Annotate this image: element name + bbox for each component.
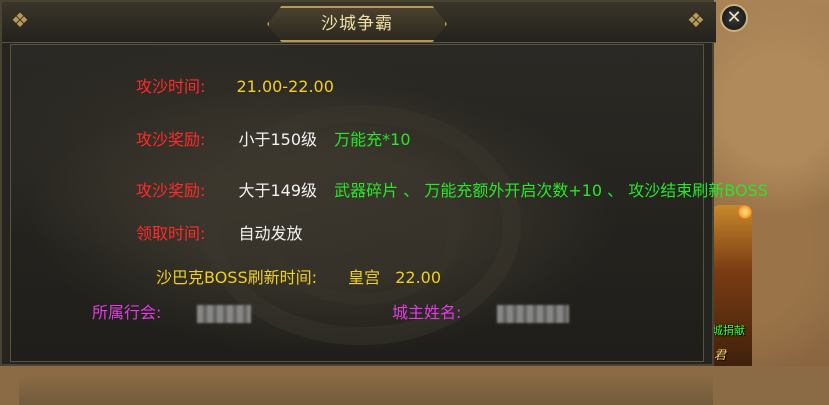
owner-label: 城主姓名: xyxy=(392,303,462,322)
boss-refresh-row: 沙巴克BOSS刷新时间: 皇宫 22.00 xyxy=(156,264,441,288)
boss-refresh-place: 皇宫 xyxy=(348,268,381,287)
reward-condition: 大于149级 xyxy=(238,181,318,200)
attack-time-value: 21.00-22.00 xyxy=(236,77,334,96)
reward-row-low-level: 攻沙奖励: 小于150级 万能充*10 xyxy=(136,126,411,150)
guild-label: 所属行会: xyxy=(92,303,162,322)
guild-row: 所属行会: xyxy=(92,299,251,323)
dialog-title: 沙城争霸 xyxy=(321,14,393,34)
corner-ornament-icon: ❖ xyxy=(687,8,705,32)
reward-label: 攻沙奖励: xyxy=(136,181,206,200)
guild-name-redacted xyxy=(196,304,251,323)
bottom-frame xyxy=(19,375,713,405)
character-sprite xyxy=(712,205,752,366)
reward-value: 武器碎片 、 万能充额外开启次数+10 、 攻沙结束刷新BOSS xyxy=(334,181,768,200)
corner-ornament-icon: ❖ xyxy=(11,8,29,32)
reward-value: 万能充*10 xyxy=(334,130,411,149)
close-button[interactable]: ✕ xyxy=(720,4,748,32)
boss-refresh-label: 沙巴克BOSS刷新时间: xyxy=(156,268,317,287)
claim-time-value: 自动发放 xyxy=(238,224,303,243)
sabak-dialog: ❖ ❖ 沙城争霸 攻沙时间: 21.00-22.00 攻沙奖励: 小于150级 … xyxy=(0,0,768,405)
owner-row: 城主姓名: xyxy=(392,299,569,323)
side-label-donate: 城捐献 xyxy=(712,324,745,337)
attack-time-label: 攻沙时间: xyxy=(136,77,206,96)
reward-label: 攻沙奖励: xyxy=(136,130,206,149)
claim-time-label: 领取时间: xyxy=(136,224,206,243)
side-label-lord: 君 xyxy=(714,348,727,362)
attack-time-row: 攻沙时间: 21.00-22.00 xyxy=(136,73,334,97)
spark-effect xyxy=(738,205,752,219)
boss-refresh-time: 22.00 xyxy=(395,268,442,287)
owner-name-redacted xyxy=(496,304,569,323)
claim-time-row: 领取时间: 自动发放 xyxy=(136,220,303,244)
reward-row-high-level: 攻沙奖励: 大于149级 武器碎片 、 万能充额外开启次数+10 、 攻沙结束刷… xyxy=(136,177,768,201)
reward-condition: 小于150级 xyxy=(238,130,318,149)
